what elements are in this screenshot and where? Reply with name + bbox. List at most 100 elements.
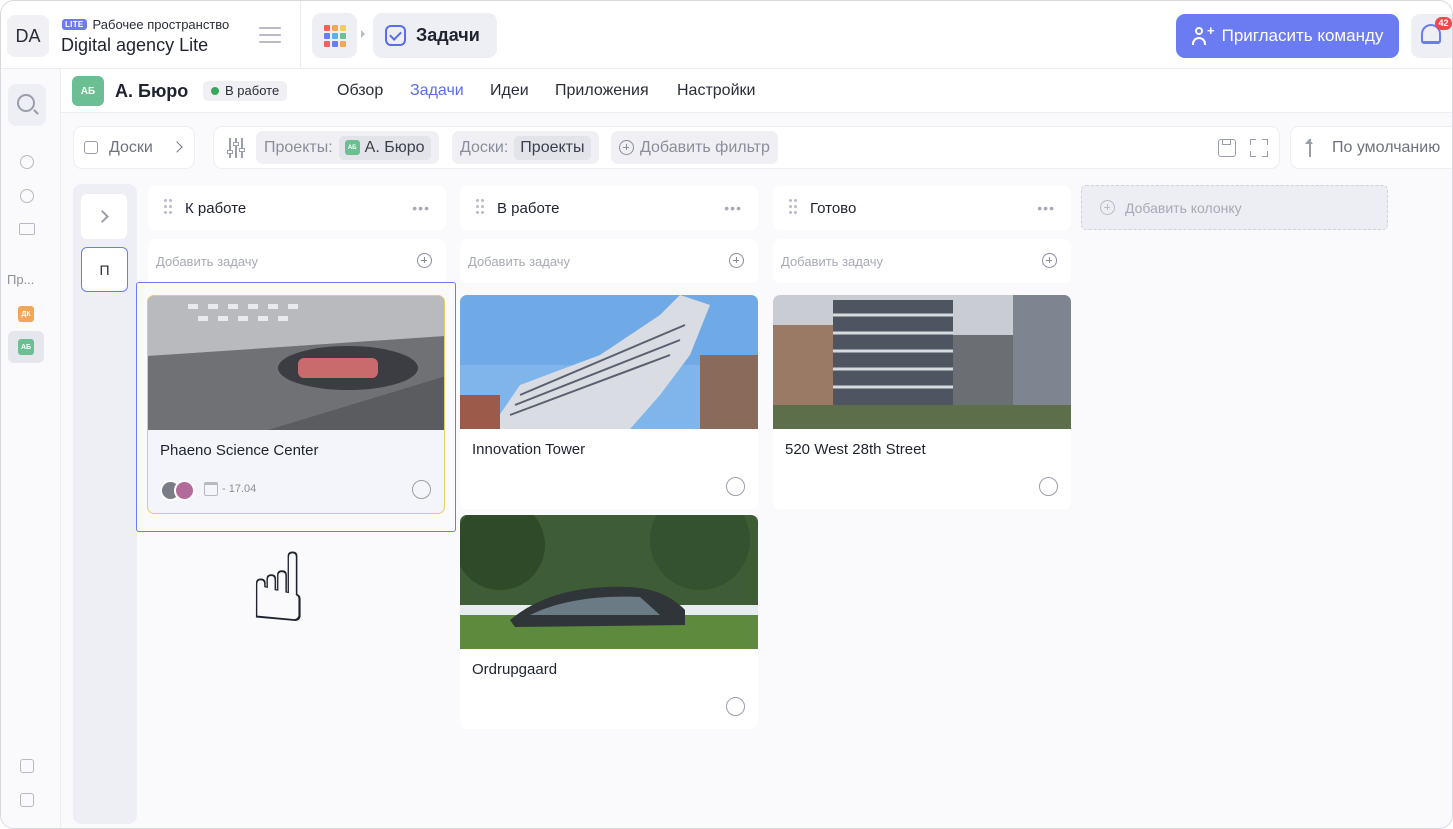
card-title: Ordrupgaard bbox=[472, 661, 558, 678]
task-card[interactable]: 520 West 28th Street bbox=[773, 295, 1071, 509]
column-header-done[interactable]: Готово ••• bbox=[773, 186, 1071, 230]
project-name[interactable]: А. Бюро bbox=[115, 81, 188, 102]
project-status-badge[interactable]: В работе bbox=[203, 81, 288, 101]
complete-checkbox[interactable] bbox=[1039, 477, 1058, 496]
project-avatar: ДК bbox=[18, 306, 34, 322]
calendar-icon bbox=[204, 482, 218, 496]
sidebar-project-dk[interactable]: ДК bbox=[8, 298, 44, 330]
sort-selector[interactable]: По умолчанию bbox=[1290, 126, 1452, 169]
more-icon[interactable]: ••• bbox=[724, 201, 742, 215]
add-filter-button[interactable]: Добавить фильтр bbox=[611, 131, 778, 164]
workspace-name[interactable]: Digital agency Lite bbox=[61, 35, 208, 56]
layers-icon[interactable] bbox=[20, 759, 34, 773]
boards-label: Доски bbox=[109, 139, 153, 156]
notifications-button[interactable]: 42 bbox=[1411, 14, 1452, 58]
task-card[interactable]: Phaeno Science Center - 17.04 bbox=[147, 295, 445, 514]
plus-circle-icon[interactable] bbox=[1042, 253, 1057, 268]
add-task-placeholder: Добавить задачу bbox=[781, 254, 884, 269]
expand-column-button[interactable] bbox=[81, 194, 127, 239]
lite-badge: LITE bbox=[62, 19, 87, 30]
drag-handle-icon[interactable] bbox=[789, 199, 797, 215]
top-bar: DA LITE Рабочее пространство Digital age… bbox=[1, 1, 1452, 69]
tasks-app-button[interactable]: Задачи bbox=[373, 13, 497, 58]
tab-overview[interactable]: Обзор bbox=[337, 82, 383, 100]
tab-tasks[interactable]: Задачи bbox=[410, 82, 464, 100]
plus-circle-icon[interactable] bbox=[729, 253, 744, 268]
complete-checkbox[interactable] bbox=[726, 477, 745, 496]
collapsed-column: П bbox=[73, 184, 137, 824]
projects-section-label: Пр... bbox=[7, 272, 35, 287]
sidebar-project-ab[interactable]: АБ bbox=[8, 331, 44, 363]
filter-bar: Проекты: АБ А. Бюро Доски: Проекты Добав… bbox=[213, 126, 1280, 169]
due-date-text: - 17.04 bbox=[222, 483, 257, 495]
pointing-hand-icon: ☝ bbox=[249, 535, 308, 642]
notifications-count-badge: 42 bbox=[1435, 17, 1452, 30]
board-icon bbox=[84, 141, 98, 154]
apps-grid-button[interactable] bbox=[312, 13, 357, 58]
complete-checkbox[interactable] bbox=[412, 480, 431, 499]
save-icon[interactable] bbox=[1218, 139, 1236, 157]
more-icon[interactable]: ••• bbox=[412, 201, 430, 215]
invite-team-label: Пригласить команду bbox=[1221, 26, 1384, 45]
project-avatar: АБ bbox=[344, 140, 360, 155]
card-cover-image bbox=[460, 515, 758, 649]
search-icon bbox=[17, 94, 35, 112]
plus-circle-icon[interactable] bbox=[417, 253, 432, 268]
folder-icon[interactable] bbox=[19, 223, 35, 235]
card-cover-image bbox=[460, 295, 758, 429]
projects-filter-value-text: А. Бюро bbox=[364, 138, 425, 156]
workspace-subtitle-text: Рабочее пространство bbox=[92, 17, 230, 32]
column-title: Готово bbox=[810, 200, 857, 217]
boards-filter-label: Доски: bbox=[460, 138, 509, 156]
add-user-icon: + bbox=[1191, 24, 1215, 46]
boards-filter-chip[interactable]: Доски: Проекты bbox=[452, 131, 599, 164]
breadcrumb-arrow-icon bbox=[361, 30, 365, 38]
left-rail: Пр... ДК АБ bbox=[1, 69, 61, 828]
add-task-placeholder: Добавить задачу bbox=[156, 254, 259, 269]
projects-filter-value[interactable]: АБ А. Бюро bbox=[338, 135, 431, 160]
complete-checkbox[interactable] bbox=[726, 697, 745, 716]
add-task-input[interactable]: Добавить задачу bbox=[148, 239, 446, 283]
invite-team-button[interactable]: + Пригласить команду bbox=[1176, 14, 1399, 58]
chevron-right-icon bbox=[171, 141, 183, 153]
expand-icon[interactable] bbox=[1250, 139, 1268, 157]
tab-apps[interactable]: Приложения bbox=[555, 82, 649, 100]
project-avatar: АБ bbox=[18, 339, 34, 355]
search-button[interactable] bbox=[8, 84, 46, 126]
workspace-avatar[interactable]: DA bbox=[7, 15, 49, 57]
add-task-input[interactable]: Добавить задачу bbox=[773, 239, 1071, 283]
column-title: В работе bbox=[497, 200, 560, 217]
check-circle-icon[interactable] bbox=[20, 189, 34, 203]
workspace-subtitle: LITE Рабочее пространство bbox=[62, 17, 229, 32]
chevron-right-icon bbox=[95, 210, 109, 223]
inbox-icon[interactable] bbox=[20, 793, 34, 807]
boards-filter-value[interactable]: Проекты bbox=[514, 135, 591, 160]
menu-icon[interactable] bbox=[259, 27, 281, 43]
projects-filter-label: Проекты: bbox=[264, 138, 333, 156]
task-card[interactable]: Ordrupgaard bbox=[460, 515, 758, 729]
add-column-button[interactable]: Добавить колонку bbox=[1081, 185, 1388, 230]
tasks-app-label: Задачи bbox=[416, 25, 480, 45]
check-circle-icon[interactable] bbox=[20, 155, 34, 169]
checkbox-icon bbox=[385, 25, 406, 46]
app-window: DA LITE Рабочее пространство Digital age… bbox=[0, 0, 1453, 829]
sort-arrowhead bbox=[1305, 139, 1313, 144]
add-task-input[interactable]: Добавить задачу bbox=[460, 239, 758, 283]
collapsed-column-item[interactable]: П bbox=[81, 247, 128, 292]
tab-settings[interactable]: Настройки bbox=[677, 82, 755, 100]
divider bbox=[300, 1, 301, 69]
projects-filter-chip[interactable]: Проекты: АБ А. Бюро bbox=[256, 131, 439, 164]
filter-sliders-icon[interactable] bbox=[226, 138, 246, 158]
card-title: 520 West 28th Street bbox=[785, 441, 926, 458]
column-header-todo[interactable]: К работе ••• bbox=[148, 186, 446, 230]
task-card[interactable]: Innovation Tower bbox=[460, 295, 758, 509]
assignee-avatars[interactable] bbox=[160, 480, 195, 501]
drag-handle-icon[interactable] bbox=[164, 199, 172, 215]
due-date[interactable]: - 17.04 bbox=[204, 482, 256, 496]
plus-circle-icon bbox=[1100, 200, 1115, 215]
boards-selector[interactable]: Доски bbox=[73, 126, 195, 169]
more-icon[interactable]: ••• bbox=[1037, 201, 1055, 215]
column-header-in-progress[interactable]: В работе ••• bbox=[460, 186, 758, 230]
tab-ideas[interactable]: Идеи bbox=[490, 82, 529, 100]
drag-handle-icon[interactable] bbox=[476, 199, 484, 215]
